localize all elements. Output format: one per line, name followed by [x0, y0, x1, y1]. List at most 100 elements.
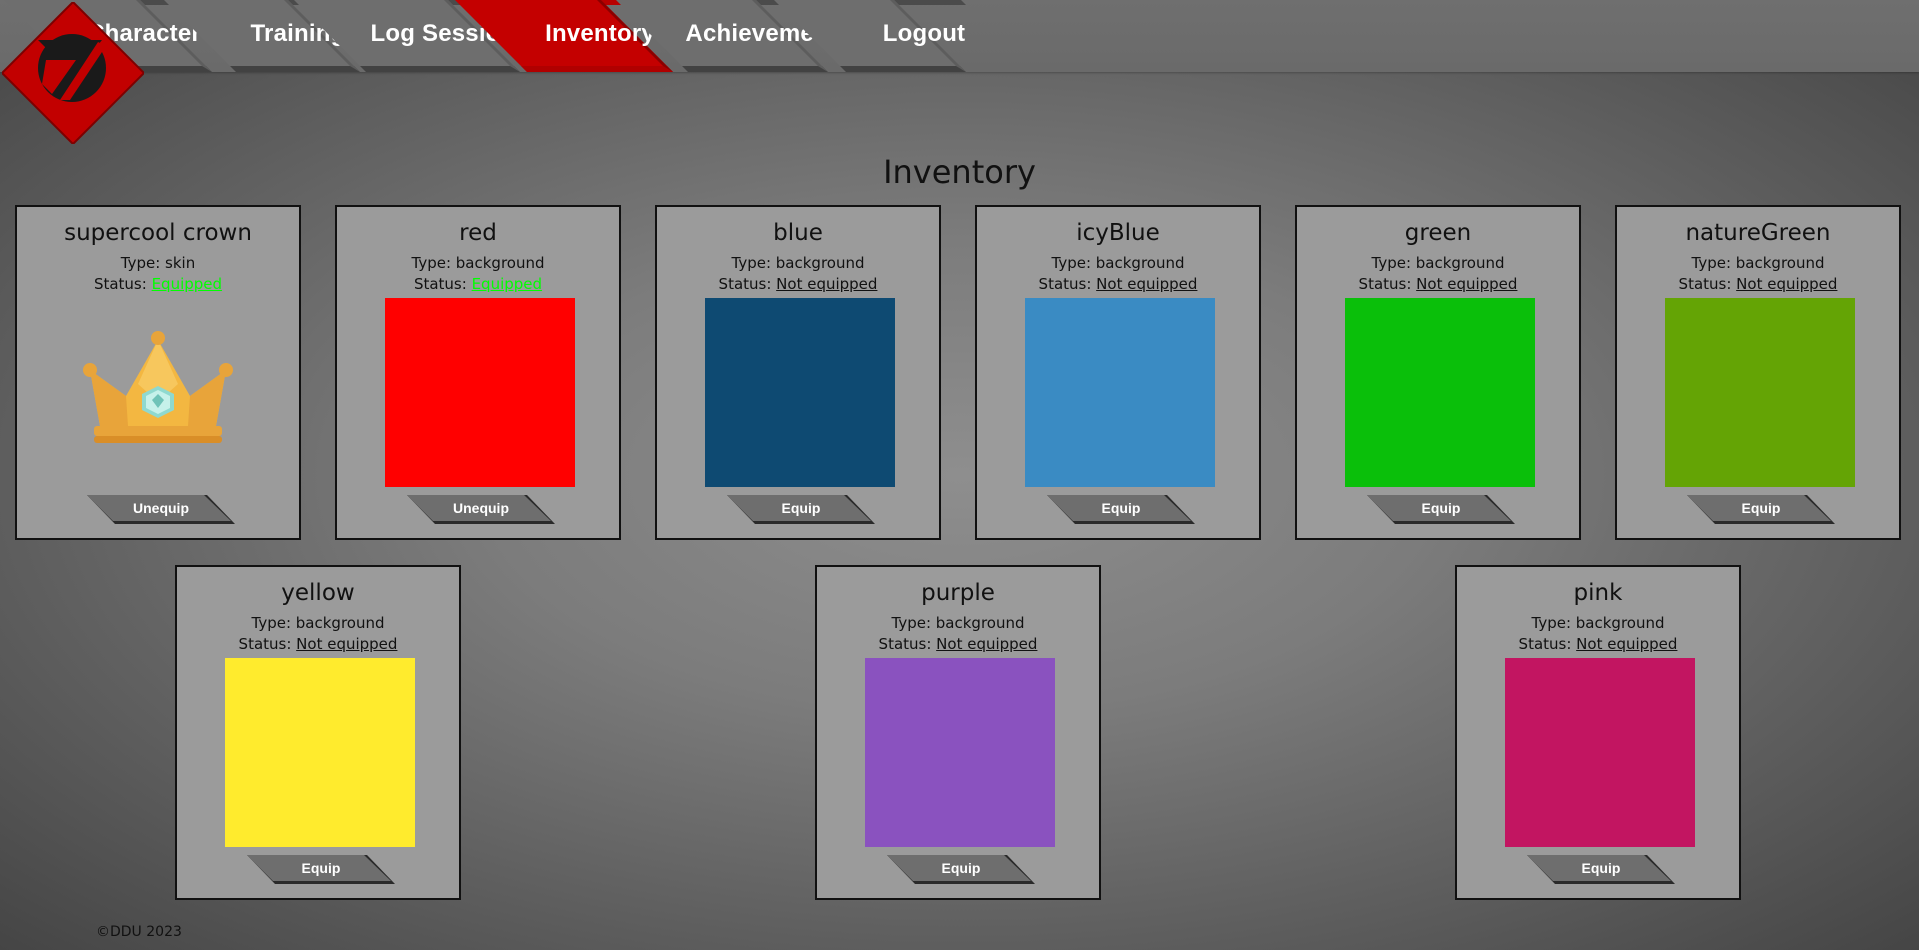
unequip-button[interactable]: Unequip	[87, 495, 235, 524]
item-name: red	[459, 220, 497, 246]
item-type-value: background	[775, 254, 865, 272]
item-type: Type: background	[657, 254, 939, 272]
item-type-value: background	[295, 614, 385, 632]
item-type: Type: background	[817, 614, 1099, 632]
item-name: pink	[1573, 580, 1623, 606]
item-name: blue	[773, 220, 823, 246]
item-type-prefix: Type:	[251, 614, 296, 632]
item-status: Status: Not equipped	[1617, 275, 1899, 293]
button-label: Equip	[1741, 500, 1781, 516]
item-type-value: skin	[165, 254, 196, 272]
item-type-value: background	[1735, 254, 1825, 272]
equip-button[interactable]: Equip	[247, 855, 395, 884]
item-type-prefix: Type:	[1691, 254, 1736, 272]
item-type: Type: background	[177, 614, 459, 632]
equip-button[interactable]: Equip	[727, 495, 875, 524]
item-type-prefix: Type:	[120, 254, 166, 272]
button-label: Unequip	[133, 500, 189, 516]
ddu-logo-icon[interactable]	[0, 0, 146, 146]
equip-button[interactable]: Equip	[1047, 495, 1195, 524]
item-status-value: Not equipped	[1416, 275, 1518, 293]
inventory-card: blue Type: background Status: Not equipped…	[655, 205, 941, 540]
item-type-value: background	[1095, 254, 1185, 272]
item-type-prefix: Type:	[891, 614, 936, 632]
item-status-value: Not equipped	[936, 635, 1038, 653]
button-label: Equip	[301, 860, 341, 876]
equip-button[interactable]: Equip	[1367, 495, 1515, 524]
color-swatch	[1025, 298, 1215, 487]
item-name: supercool crown	[64, 220, 252, 246]
item-status: Status: Not equipped	[177, 635, 459, 653]
item-type-prefix: Type:	[1051, 254, 1096, 272]
item-name: yellow	[281, 580, 355, 606]
nav-logout[interactable]: Logout	[774, 0, 966, 72]
item-status-value: Not equipped	[296, 635, 398, 653]
item-status-prefix: Status:	[238, 635, 297, 653]
color-swatch	[705, 298, 895, 487]
color-swatch	[225, 658, 415, 847]
item-type-value: background	[1575, 614, 1665, 632]
item-status-prefix: Status:	[878, 635, 937, 653]
button-label: Equip	[1101, 500, 1141, 516]
item-status-value: Equipped	[151, 275, 223, 293]
item-type: Type: skin	[17, 254, 299, 272]
equip-button[interactable]: Equip	[1527, 855, 1675, 884]
item-status-prefix: Status:	[1038, 275, 1097, 293]
item-type: Type: background	[1297, 254, 1579, 272]
item-status: Status: Not equipped	[977, 275, 1259, 293]
color-swatch	[865, 658, 1055, 847]
item-type: Type: background	[337, 254, 619, 272]
page-title: Inventory	[883, 153, 1036, 191]
item-name: natureGreen	[1685, 220, 1831, 246]
item-type-value: background	[455, 254, 545, 272]
item-type-prefix: Type:	[731, 254, 776, 272]
color-swatch	[385, 298, 575, 487]
item-status-value: Not equipped	[776, 275, 878, 293]
item-status-prefix: Status:	[413, 275, 472, 293]
item-status: Status: Equipped	[337, 275, 619, 293]
color-swatch	[1345, 298, 1535, 487]
item-status-prefix: Status:	[1518, 635, 1577, 653]
item-status: Status: Not equipped	[1297, 275, 1579, 293]
item-status-value: Not equipped	[1096, 275, 1198, 293]
item-status-value: Not equipped	[1736, 275, 1838, 293]
item-type-value: background	[935, 614, 1025, 632]
item-status-value: Equipped	[471, 275, 543, 293]
item-status-prefix: Status:	[93, 275, 152, 293]
button-label: Equip	[941, 860, 981, 876]
top-navbar: Character Training Log Session Inventory…	[0, 0, 1919, 72]
color-swatch	[1505, 658, 1695, 847]
nav-logout-label: Logout	[882, 20, 966, 47]
item-type: Type: background	[1617, 254, 1899, 272]
button-label: Equip	[781, 500, 821, 516]
inventory-card: natureGreen Type: background Status: Not e…	[1615, 205, 1901, 540]
equip-button[interactable]: Equip	[887, 855, 1035, 884]
item-type: Type: background	[977, 254, 1259, 272]
item-name: icyBlue	[1076, 220, 1160, 246]
inventory-card: supercool crown Type: skin Status: Equippe…	[15, 205, 301, 540]
button-label: Equip	[1581, 860, 1621, 876]
crown-icon	[80, 330, 236, 450]
item-status-prefix: Status:	[718, 275, 777, 293]
item-status-prefix: Status:	[1358, 275, 1417, 293]
button-label: Equip	[1421, 500, 1461, 516]
inventory-card: green Type: background Status: Not equippe…	[1295, 205, 1581, 540]
inventory-card: yellow Type: background Status: Not equipp…	[175, 565, 461, 900]
button-label: Unequip	[453, 500, 509, 516]
item-status: Status: Not equipped	[1457, 635, 1739, 653]
item-status-prefix: Status:	[1678, 275, 1737, 293]
item-type-prefix: Type:	[1371, 254, 1416, 272]
inventory-card: purple Type: background Status: Not equipp…	[815, 565, 1101, 900]
item-status: Status: Not equipped	[657, 275, 939, 293]
item-name: green	[1404, 220, 1472, 246]
unequip-button[interactable]: Unequip	[407, 495, 555, 524]
inventory-card: pink Type: background Status: Not equipped…	[1455, 565, 1741, 900]
item-name: purple	[921, 580, 995, 606]
footer-copyright: ©DDU 2023	[96, 924, 182, 940]
item-status: Status: Equipped	[17, 275, 299, 293]
equip-button[interactable]: Equip	[1687, 495, 1835, 524]
item-status: Status: Not equipped	[817, 635, 1099, 653]
inventory-card: icyBlue Type: background Status: Not equip…	[975, 205, 1261, 540]
item-status-value: Not equipped	[1576, 635, 1678, 653]
inventory-card: red Type: background Status: Equipped Uneq…	[335, 205, 621, 540]
